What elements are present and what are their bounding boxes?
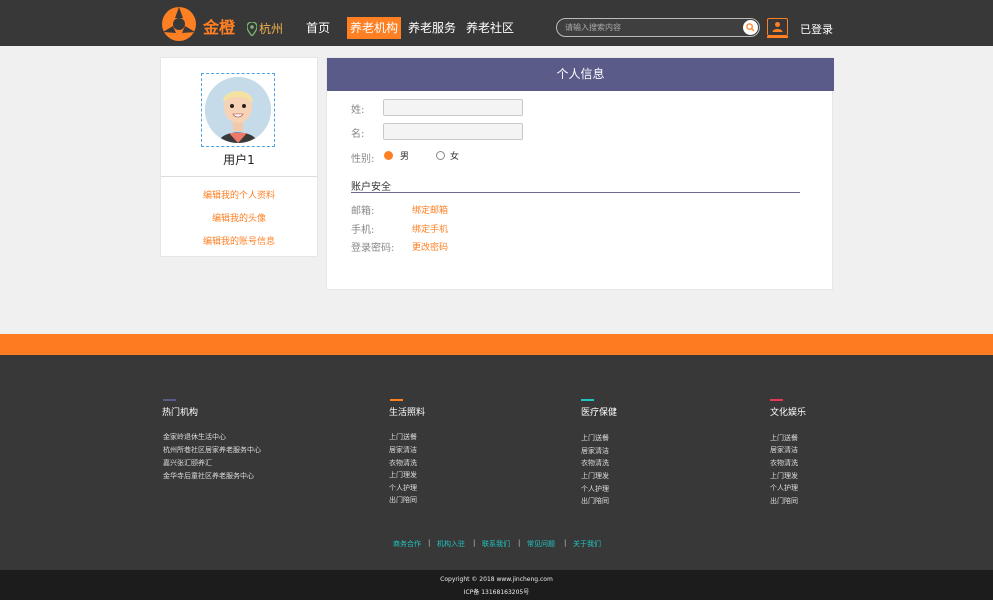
avatar-frame[interactable]	[201, 73, 275, 147]
gender-female-radio[interactable]	[436, 151, 445, 160]
top-header: 金橙 杭州 首页 养老机构 养老服务 养老社区 已登录	[0, 0, 993, 46]
account-security-title: 账户安全	[351, 182, 391, 193]
footer-link[interactable]: 出门陪同	[770, 496, 798, 506]
institution-join-link[interactable]: 机构入驻	[437, 539, 465, 549]
link-separator: |	[473, 539, 476, 547]
faq-link[interactable]: 常见问题	[527, 539, 555, 549]
city-label: 杭州	[259, 22, 284, 36]
location-pin-icon	[247, 21, 257, 36]
nav-home[interactable]: 首页	[300, 17, 336, 39]
icp-text: ICP备 13168163205号	[463, 589, 530, 596]
footer-link[interactable]: 个人护理	[389, 483, 417, 493]
business-cooperation-link[interactable]: 商务合作	[393, 539, 421, 549]
footer-link[interactable]: 出门陪同	[389, 495, 417, 505]
edit-avatar-link[interactable]: 编辑我的头像	[161, 211, 317, 224]
profile-card: 用户1 编辑我的个人资料 编辑我的头像 编辑我的账号信息	[160, 57, 318, 257]
footer-link[interactable]: 衣物清洗	[770, 458, 798, 468]
footer-link[interactable]: 衣物清洗	[389, 458, 417, 468]
bind-email-link[interactable]: 绑定邮箱	[412, 203, 448, 216]
footer-link[interactable]: 上门理发	[389, 470, 417, 480]
user-icon	[772, 22, 783, 32]
footer: 热门机构 金家岭退休生活中心 杭州所巷社区居家养老服务中心 嘉兴张汇颐养汇 金华…	[0, 355, 993, 570]
footer-column-accent	[390, 399, 403, 401]
section-divider	[351, 192, 800, 193]
footer-link[interactable]: 居家清洁	[770, 445, 798, 455]
about-us-link[interactable]: 关于我们	[573, 539, 601, 549]
user-center-button[interactable]	[767, 18, 788, 36]
footer-link[interactable]: 上门送餐	[581, 433, 609, 443]
copyright-text: Copyright © 2018 www.jincheng.com	[440, 576, 553, 583]
password-label: 登录密码:	[351, 243, 395, 254]
footer-column-title: 文化娱乐	[770, 408, 807, 418]
contact-us-link[interactable]: 联系我们	[482, 539, 510, 549]
jincheng-logo-icon[interactable]	[160, 6, 198, 42]
link-separator: |	[564, 539, 567, 547]
nav-elderly-community[interactable]: 养老社区	[466, 17, 514, 39]
username: 用户1	[223, 153, 255, 167]
footer-column-accent	[581, 399, 594, 401]
email-label: 邮箱:	[351, 206, 375, 217]
footer-link[interactable]: 衣物清洗	[581, 458, 609, 468]
avatar	[205, 77, 271, 143]
gender-male-radio[interactable]	[384, 151, 393, 160]
panel-title: 个人信息	[327, 58, 834, 91]
footer-column-accent	[770, 399, 783, 401]
footer-link[interactable]: 金华寺后童社区养老服务中心	[163, 471, 254, 481]
link-separator: |	[428, 539, 431, 547]
last-name-label: 姓:	[351, 105, 365, 116]
footer-column-title: 生活照料	[389, 408, 426, 418]
search-box	[556, 18, 760, 37]
footer-link[interactable]: 居家清洁	[389, 445, 417, 455]
orange-divider-strip	[0, 334, 993, 355]
last-name-field[interactable]	[383, 99, 523, 116]
profile-divider	[161, 176, 317, 177]
personal-info-panel: 个人信息 姓: 名: 性别: 男 女 账户安全 邮箱: 绑定邮箱 手机: 绑定手…	[326, 57, 834, 290]
edit-profile-link[interactable]: 编辑我的个人资料	[161, 188, 317, 201]
footer-link[interactable]: 上门送餐	[770, 433, 798, 443]
nav-elderly-services[interactable]: 养老服务	[408, 17, 456, 39]
first-name-field[interactable]	[383, 123, 523, 140]
link-separator: |	[518, 539, 521, 547]
logo-text[interactable]: 金橙	[203, 14, 235, 38]
footer-link[interactable]: 居家清洁	[581, 446, 609, 456]
first-name-label: 名:	[351, 129, 365, 140]
footer-link[interactable]: 出门陪同	[581, 496, 609, 506]
gender-label: 性别:	[351, 154, 375, 165]
gender-female-label: 女	[450, 152, 460, 162]
edit-account-link[interactable]: 编辑我的账号信息	[161, 234, 317, 247]
gender-male-label: 男	[400, 152, 410, 162]
search-button[interactable]	[743, 20, 758, 35]
search-input[interactable]	[565, 21, 735, 34]
footer-link[interactable]: 金家岭退休生活中心	[163, 432, 226, 442]
footer-link[interactable]: 杭州所巷社区居家养老服务中心	[163, 445, 261, 455]
bind-phone-link[interactable]: 绑定手机	[412, 222, 448, 235]
avatar-illustration-icon	[205, 77, 271, 143]
footer-column-accent	[163, 399, 176, 401]
footer-link[interactable]: 上门送餐	[389, 432, 417, 442]
footer-column-title: 医疗保健	[581, 408, 618, 418]
copyright-bar: Copyright © 2018 www.jincheng.com ICP备 1…	[0, 570, 993, 600]
footer-link[interactable]: 上门理发	[770, 471, 798, 481]
phone-label: 手机:	[351, 225, 375, 236]
change-password-link[interactable]: 更改密码	[412, 240, 448, 253]
footer-link[interactable]: 个人护理	[581, 484, 609, 494]
footer-column-title: 热门机构	[162, 408, 199, 418]
nav-elderly-institutions[interactable]: 养老机构	[347, 17, 401, 39]
footer-link[interactable]: 上门理发	[581, 471, 609, 481]
footer-link[interactable]: 个人护理	[770, 483, 798, 493]
user-icon-base	[767, 36, 788, 38]
footer-link[interactable]: 嘉兴张汇颐养汇	[163, 458, 212, 468]
login-status-link[interactable]: 已登录	[800, 21, 833, 37]
search-icon	[746, 23, 755, 32]
city-selector[interactable]: 杭州	[247, 20, 283, 37]
